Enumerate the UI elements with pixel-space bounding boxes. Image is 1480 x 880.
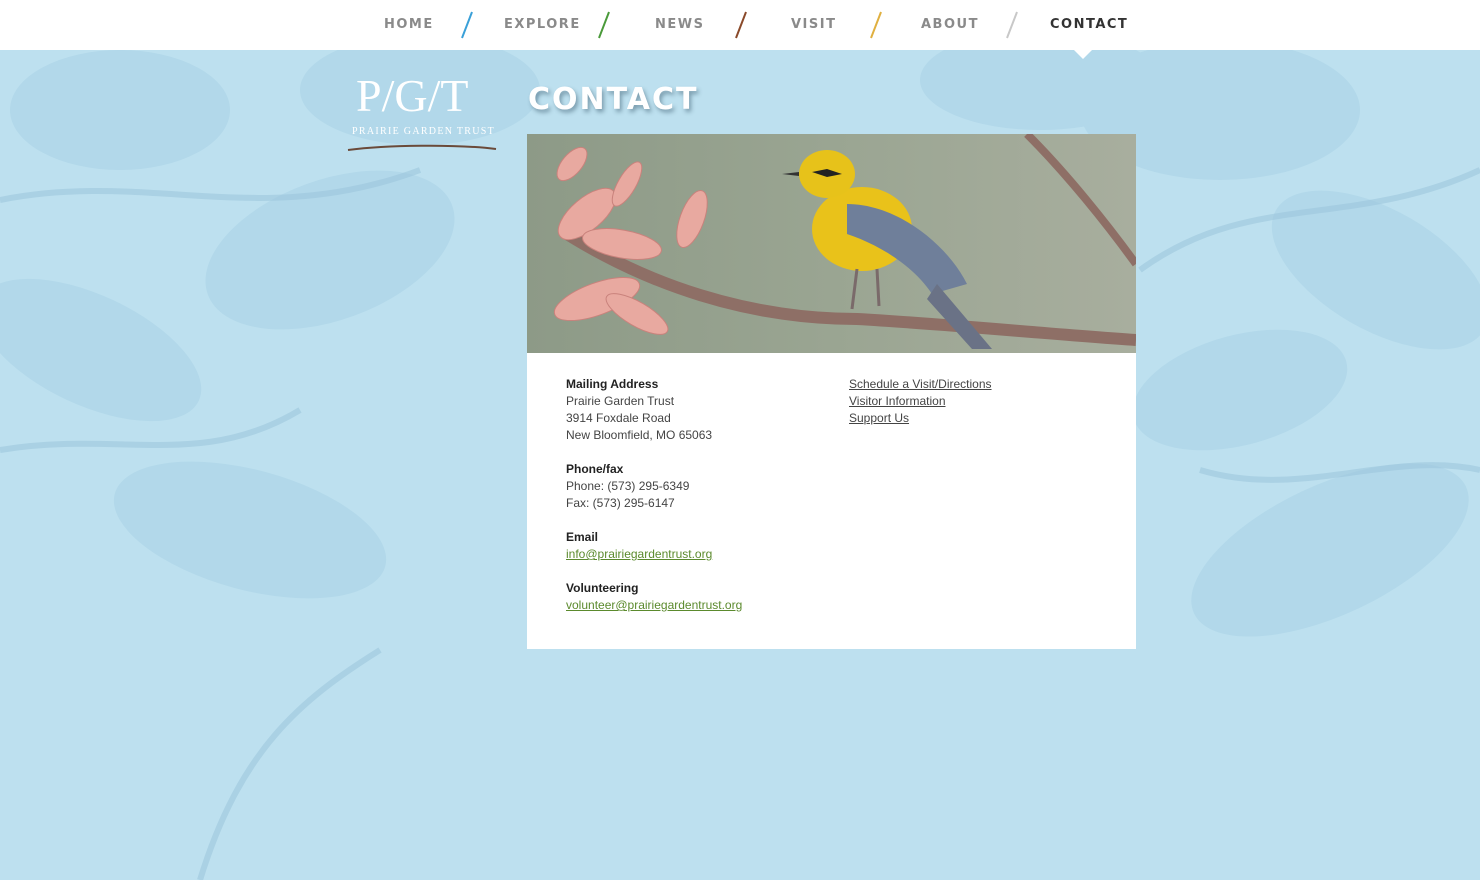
mailing-address-line: 3914 Foxdale Road xyxy=(566,411,671,425)
nav-separator-slash xyxy=(1006,11,1018,39)
email-heading: Email xyxy=(566,530,599,544)
logo-tagline: PRAIRIE GARDEN TRUST xyxy=(352,126,496,137)
visitor-information-link[interactable]: Visitor Information xyxy=(849,393,1099,410)
support-us-link[interactable]: Support Us xyxy=(849,410,1099,427)
mailing-address-line: New Bloomfield, MO 65063 xyxy=(566,428,713,442)
phone-fax-heading: Phone/fax xyxy=(566,462,624,476)
nav-contact[interactable]: CONTACT xyxy=(1050,17,1128,32)
nav-separator-slash xyxy=(461,11,473,39)
phone-number: Phone: (573) 295-6349 xyxy=(566,479,690,493)
nav-explore[interactable]: EXPLORE xyxy=(504,17,581,32)
nav-separator-slash xyxy=(735,11,747,39)
mailing-address-heading: Mailing Address xyxy=(566,377,659,391)
top-navigation: HOME EXPLORE NEWS VISIT ABOUT CONTACT xyxy=(0,0,1480,50)
contact-panel: Mailing Address Prairie Garden Trust 391… xyxy=(527,134,1136,649)
contact-details-column: Mailing Address Prairie Garden Trust 391… xyxy=(566,376,826,614)
nav-visit[interactable]: VISIT xyxy=(791,17,836,32)
logo-underline-swoosh xyxy=(347,144,497,151)
page-title: CONTACT xyxy=(528,82,699,117)
logo-letters: P/G/T xyxy=(356,70,469,121)
volunteering-heading: Volunteering xyxy=(566,581,639,595)
mailing-address-line: Prairie Garden Trust xyxy=(566,394,675,408)
related-links-column: Schedule a Visit/Directions Visitor Info… xyxy=(849,376,1099,427)
nav-separator-slash xyxy=(870,11,882,39)
info-email-link[interactable]: info@prairiegardentrust.org xyxy=(566,546,826,563)
nav-about[interactable]: ABOUT xyxy=(921,17,979,32)
nav-news[interactable]: NEWS xyxy=(655,17,704,32)
hero-image-warbler xyxy=(527,134,1136,353)
active-nav-indicator-caret xyxy=(1074,50,1092,59)
nav-home[interactable]: HOME xyxy=(384,17,434,32)
schedule-visit-link[interactable]: Schedule a Visit/Directions xyxy=(849,376,1099,393)
nav-separator-slash xyxy=(598,11,610,39)
fax-number: Fax: (573) 295-6147 xyxy=(566,496,675,510)
pgt-logo[interactable]: P/G/T PRAIRIE GARDEN TRUST xyxy=(346,70,498,156)
volunteer-email-link[interactable]: volunteer@prairiegardentrust.org xyxy=(566,597,826,614)
